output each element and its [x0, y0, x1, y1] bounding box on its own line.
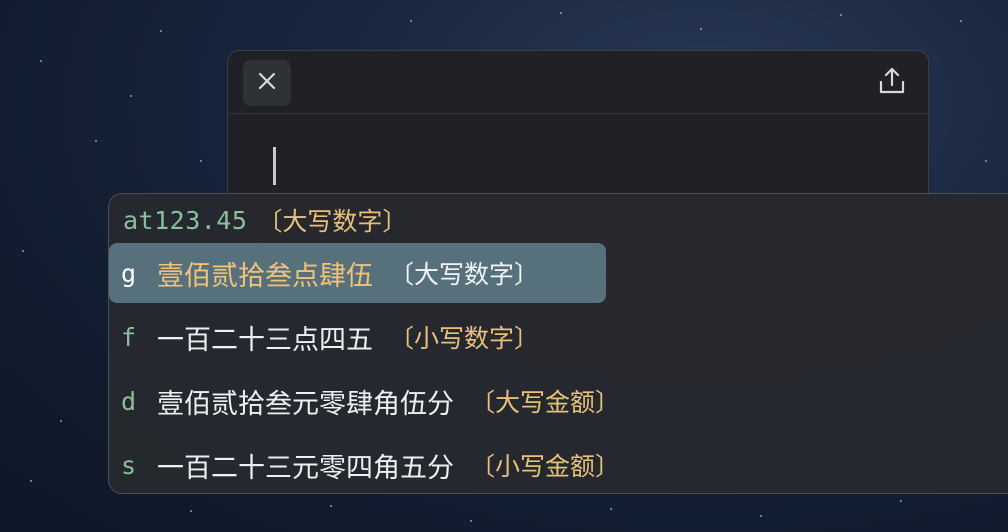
candidate-item[interactable]: d 壹佰贰拾叁元零肆角伍分 〔大写金额〕 [109, 371, 620, 431]
ime-candidate-panel: at123.45 〔大写数字〕 ‸ g 壹佰贰拾叁点肆伍 〔大写数字〕 f 一百… [108, 193, 1008, 494]
editor-toolbar [228, 51, 928, 114]
share-icon [877, 66, 907, 100]
candidate-label: g [121, 258, 137, 288]
candidate-label: s [121, 450, 137, 480]
preedit-code: at123.45 [123, 205, 248, 235]
candidate-item[interactable]: g 壹佰贰拾叁点肆伍 〔大写数字〕 [109, 243, 606, 303]
candidate-item[interactable]: f 一百二十三点四五 〔小写数字〕 [109, 307, 539, 367]
candidate-comment: 〔大写金额〕 [470, 388, 621, 417]
candidate-text: 一百二十三元零四角五分 [157, 452, 454, 484]
share-button[interactable] [872, 63, 912, 103]
candidate-text: 壹佰贰拾叁点肆伍 [157, 260, 373, 292]
candidate-text: 壹佰贰拾叁元零肆角伍分 [157, 388, 454, 420]
text-cursor [273, 147, 276, 185]
preedit-comment: 〔大写数字〕 [257, 207, 408, 236]
candidate-label: f [121, 322, 137, 352]
candidate-item[interactable]: s 一百二十三元零四角五分 〔小写金额〕 [109, 435, 621, 493]
ime-preedit: at123.45 〔大写数字〕 [123, 200, 407, 240]
candidate-label: d [121, 386, 137, 416]
candidate-comment: 〔小写数字〕 [389, 324, 540, 353]
candidate-comment: 〔小写金额〕 [470, 452, 621, 481]
close-button[interactable] [243, 60, 291, 106]
close-icon [258, 72, 276, 94]
candidate-comment: 〔大写数字〕 [389, 260, 540, 289]
candidate-text: 一百二十三点四五 [157, 324, 373, 356]
